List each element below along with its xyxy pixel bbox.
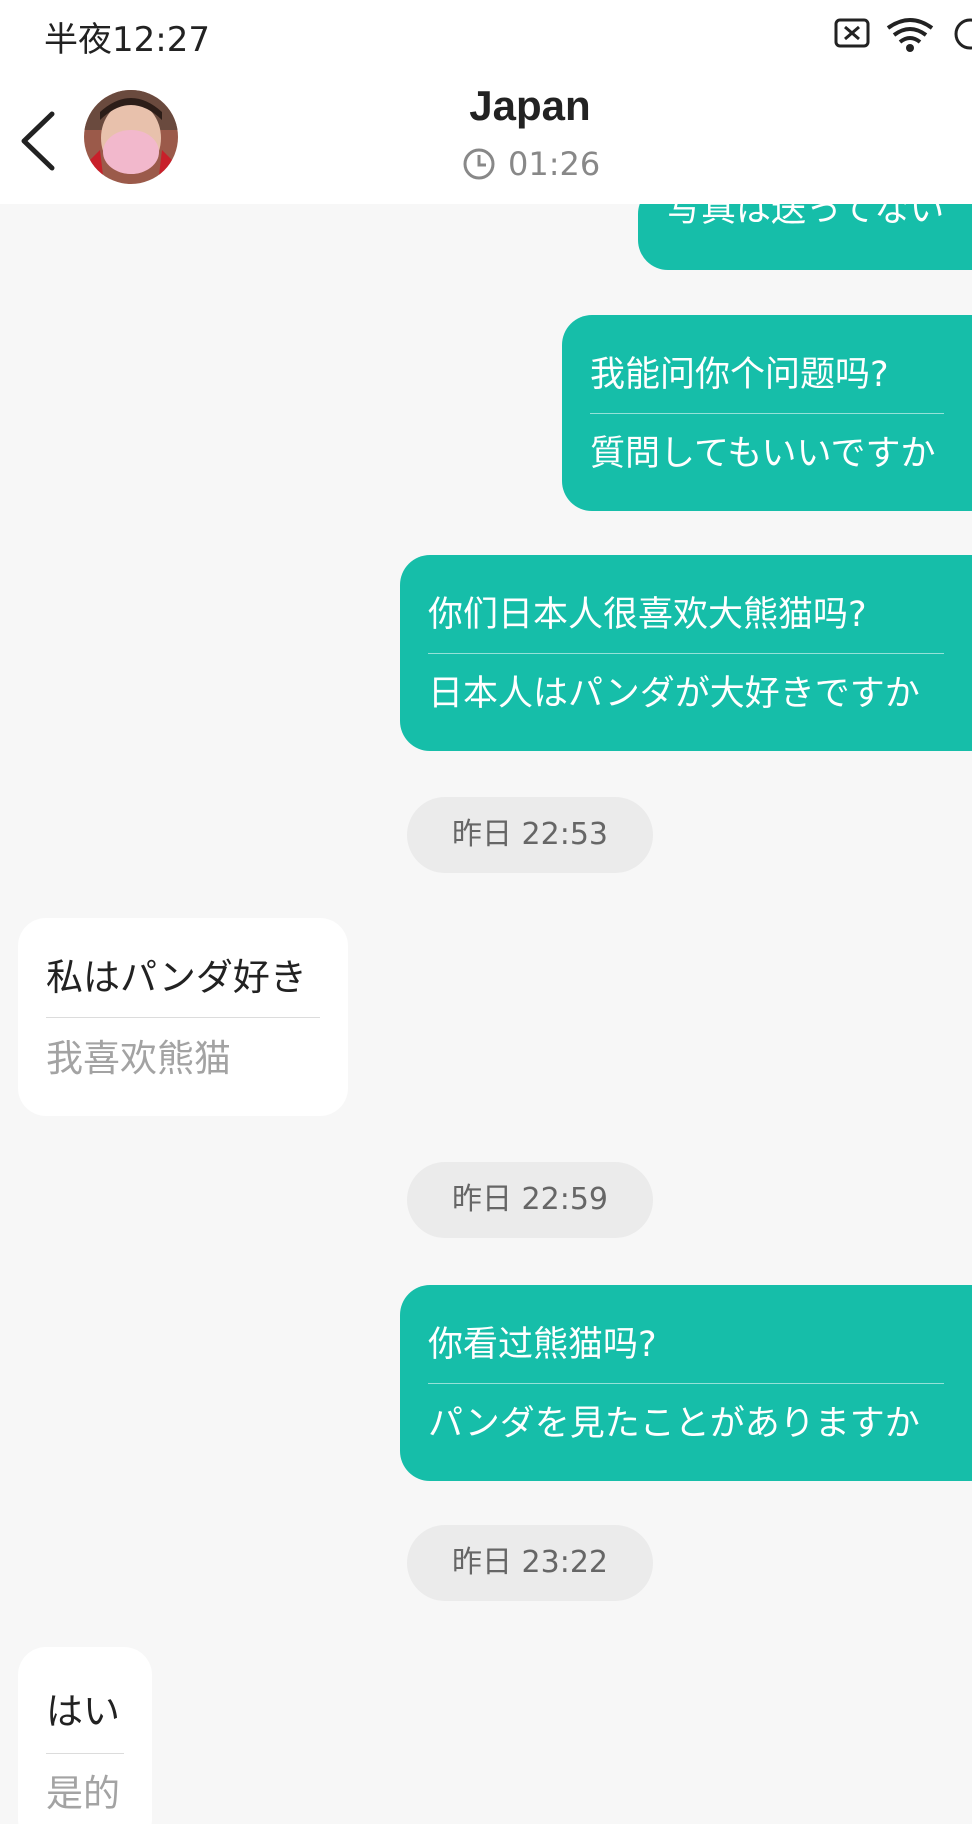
message-translation: 是的 (46, 1772, 120, 1815)
message-original: 私はパンダ好き (46, 956, 307, 999)
status-time: 半夜12:27 (44, 20, 210, 60)
incoming-message[interactable]: はい 是的 (18, 1647, 152, 1824)
timestamp-pill: 昨日 22:59 (407, 1162, 653, 1238)
contact-name: Japan (469, 82, 591, 129)
local-time: 01:26 (462, 142, 600, 186)
wifi-icon (886, 18, 934, 52)
status-icons (832, 14, 972, 54)
message-original: 你看过熊猫吗? (428, 1325, 657, 1365)
message-translation: 質問してもいいですか (590, 434, 936, 474)
message-original: 你们日本人很喜欢大熊猫吗? (428, 595, 867, 635)
status-bar: 半夜12:27 (0, 0, 972, 70)
outgoing-message[interactable]: 写真は送ってない (638, 204, 972, 270)
battery-icon (954, 18, 972, 50)
message-original: はい (46, 1690, 120, 1733)
no-sim-icon (834, 18, 870, 48)
message-translation: 我喜欢熊猫 (46, 1037, 231, 1080)
timestamp-pill: 昨日 23:22 (407, 1525, 653, 1601)
chat-list[interactable]: 写真は送ってない 我能问你个问题吗? 質問してもいいですか 你们日本人很喜欢大熊… (0, 204, 972, 1824)
incoming-message[interactable]: 私はパンダ好き 我喜欢熊猫 (18, 918, 348, 1116)
outgoing-message[interactable]: 你们日本人很喜欢大熊猫吗? 日本人はパンダが大好きですか (400, 555, 972, 751)
message-translation: 日本人はパンダが大好きですか (428, 674, 920, 714)
local-time-text: 01:26 (508, 145, 601, 183)
clock-icon (463, 148, 495, 180)
message-translation: パンダを見たことがありますか (428, 1404, 920, 1444)
message-original: 我能问你个问题吗? (590, 355, 889, 395)
outgoing-message[interactable]: 我能问你个问题吗? 質問してもいいですか (562, 315, 972, 511)
message-text: 写真は送ってない (666, 204, 945, 230)
chat-header: Japan 01:26 (0, 70, 972, 204)
outgoing-message[interactable]: 你看过熊猫吗? パンダを見たことがありますか (400, 1285, 972, 1481)
timestamp-pill: 昨日 22:53 (407, 797, 653, 873)
